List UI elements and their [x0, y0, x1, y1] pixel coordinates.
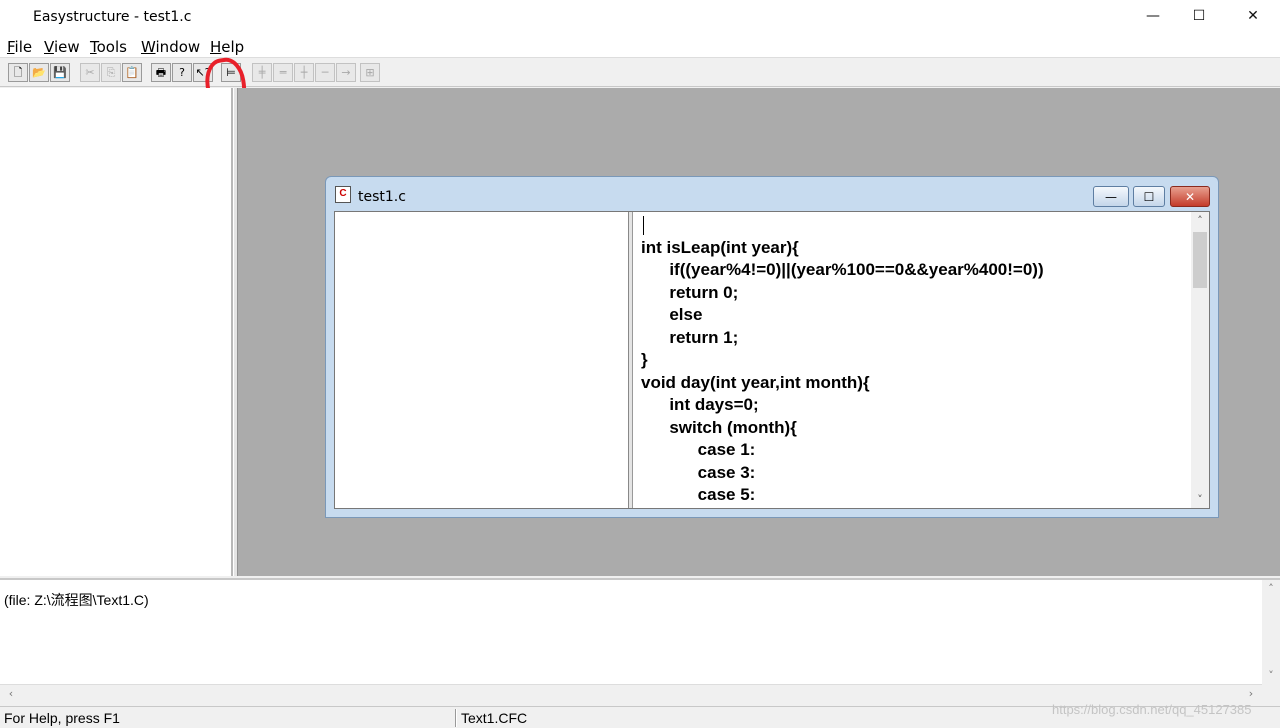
- output-vertical-scrollbar[interactable]: ˄ ˅: [1262, 580, 1280, 684]
- output-horizontal-scrollbar[interactable]: ‹ ›: [0, 684, 1262, 702]
- iteration-button[interactable]: ┼: [294, 63, 314, 82]
- menu-view[interactable]: View: [44, 38, 80, 56]
- minimize-button[interactable]: —: [1130, 0, 1176, 32]
- document-splitter[interactable]: [629, 212, 633, 508]
- cut-button[interactable]: ✂: [80, 63, 100, 82]
- code-line: case 3:: [641, 462, 756, 482]
- menu-tools[interactable]: Tools: [90, 38, 127, 56]
- toolbar: 🗋 📂 💾 ✂ ⎘ 📋 🖶 ? ↖? ⊨ ╪ ═ ┼ ─ → ⊞: [0, 59, 1280, 87]
- output-scroll-right-button[interactable]: ›: [1242, 685, 1260, 702]
- structure-tree-pane[interactable]: [0, 88, 233, 576]
- document-title: test1.c: [358, 189, 406, 205]
- code-line: void day(int year,int month){: [641, 372, 870, 392]
- code-vertical-scrollbar[interactable]: ˄ ˅: [1191, 212, 1209, 508]
- window-title: Easystructure - test1.c: [33, 9, 192, 25]
- open-file-button[interactable]: 📂: [29, 63, 49, 82]
- printer-icon: 🖶: [155, 66, 167, 79]
- code-line: case 5:: [641, 485, 756, 504]
- jump-button[interactable]: →: [336, 63, 356, 82]
- new-file-button[interactable]: 🗋: [8, 63, 28, 82]
- chevron-up-icon: ˄: [1268, 582, 1274, 595]
- code-line: switch (month){: [641, 417, 797, 437]
- group-icon: ⊞: [365, 66, 375, 79]
- selection-icon: ═: [279, 66, 287, 79]
- maximize-button[interactable]: ☐: [1176, 0, 1222, 32]
- watermark: https://blog.csdn.net/qq_45127385: [1052, 702, 1252, 717]
- question-icon: ?: [179, 66, 185, 79]
- menu-window[interactable]: Window: [141, 38, 200, 56]
- print-button[interactable]: 🖶: [151, 63, 171, 82]
- chevron-right-icon: ›: [1248, 687, 1254, 700]
- copy-icon: ⎘: [106, 66, 116, 79]
- code-line: if((year%4!=0)||(year%100==0&&year%400!=…: [641, 260, 1044, 279]
- code-line: int days=0;: [641, 395, 759, 414]
- status-help-text: For Help, press F1: [4, 710, 120, 726]
- status-file-name: Text1.CFC: [461, 710, 528, 726]
- maximize-icon: ☐: [1192, 8, 1206, 24]
- scroll-up-button[interactable]: ˄: [1191, 212, 1209, 229]
- save-icon: 💾: [53, 66, 67, 79]
- output-pane[interactable]: (file: Z:\流程图\Text1.C) ˄ ˅: [0, 578, 1280, 684]
- output-scroll-down-button[interactable]: ˅: [1262, 667, 1280, 684]
- document-maximize-button[interactable]: ☐: [1133, 186, 1165, 207]
- code-line: case 1:: [641, 440, 756, 459]
- code-line: return 1;: [641, 327, 739, 347]
- code-line: int isLeap(int year){: [641, 237, 799, 257]
- status-separator: [455, 709, 457, 727]
- output-text: (file: Z:\流程图\Text1.C): [4, 592, 149, 608]
- selection-button[interactable]: ═: [273, 63, 293, 82]
- document-minimize-button[interactable]: —: [1093, 186, 1129, 207]
- save-button[interactable]: 💾: [50, 63, 70, 82]
- branch-icon: ─: [321, 66, 329, 79]
- menu-bar: File View Tools Window Help: [0, 35, 1280, 58]
- title-bar: Easystructure - test1.c — ☐ ✕: [0, 0, 1280, 35]
- paste-icon: 📋: [125, 66, 139, 79]
- document-close-button[interactable]: ✕: [1170, 186, 1210, 207]
- folder-open-icon: 📂: [32, 66, 46, 79]
- document-client: int isLeap(int year){ if((year%4!=0)||(y…: [334, 211, 1210, 509]
- new-file-icon: 🗋: [13, 66, 23, 79]
- paste-button[interactable]: 📋: [122, 63, 142, 82]
- chevron-down-icon: ˅: [1268, 669, 1274, 682]
- output-scroll-left-button[interactable]: ‹: [2, 685, 20, 702]
- flowchart-pane[interactable]: [335, 212, 629, 508]
- close-icon: ✕: [1247, 8, 1259, 24]
- output-scroll-up-button[interactable]: ˄: [1262, 580, 1280, 597]
- minimize-icon: —: [1105, 189, 1117, 204]
- chevron-up-icon: ˄: [1197, 214, 1203, 227]
- about-button[interactable]: ?: [172, 63, 192, 82]
- close-button[interactable]: ✕: [1230, 0, 1276, 32]
- code-line: return 0;: [641, 282, 739, 302]
- maximize-icon: ☐: [1143, 189, 1155, 204]
- menu-file[interactable]: File: [7, 38, 32, 56]
- chevron-down-icon: ˅: [1197, 493, 1203, 506]
- minimize-icon: —: [1146, 8, 1160, 24]
- code-line: else: [641, 305, 703, 324]
- scroll-down-button[interactable]: ˅: [1191, 491, 1209, 508]
- scroll-thumb[interactable]: [1193, 232, 1207, 288]
- menu-help[interactable]: Help: [210, 38, 244, 56]
- c-file-icon: C: [335, 186, 351, 203]
- sequence-button[interactable]: ╪: [252, 63, 272, 82]
- code-line: }: [641, 350, 648, 369]
- group-button[interactable]: ⊞: [360, 63, 380, 82]
- sequence-icon: ╪: [258, 66, 266, 79]
- code-editor[interactable]: int isLeap(int year){ if((year%4!=0)||(y…: [641, 214, 1191, 506]
- arrow-right-icon: →: [341, 66, 351, 79]
- chevron-left-icon: ‹: [8, 687, 14, 700]
- iteration-icon: ┼: [300, 66, 308, 79]
- copy-button[interactable]: ⎘: [101, 63, 121, 82]
- cut-icon: ✂: [85, 66, 95, 79]
- close-icon: ✕: [1184, 189, 1196, 204]
- document-window: C test1.c — ☐ ✕ int isLeap(int year){ if…: [325, 176, 1219, 518]
- branch-button[interactable]: ─: [315, 63, 335, 82]
- text-caret: [643, 216, 644, 235]
